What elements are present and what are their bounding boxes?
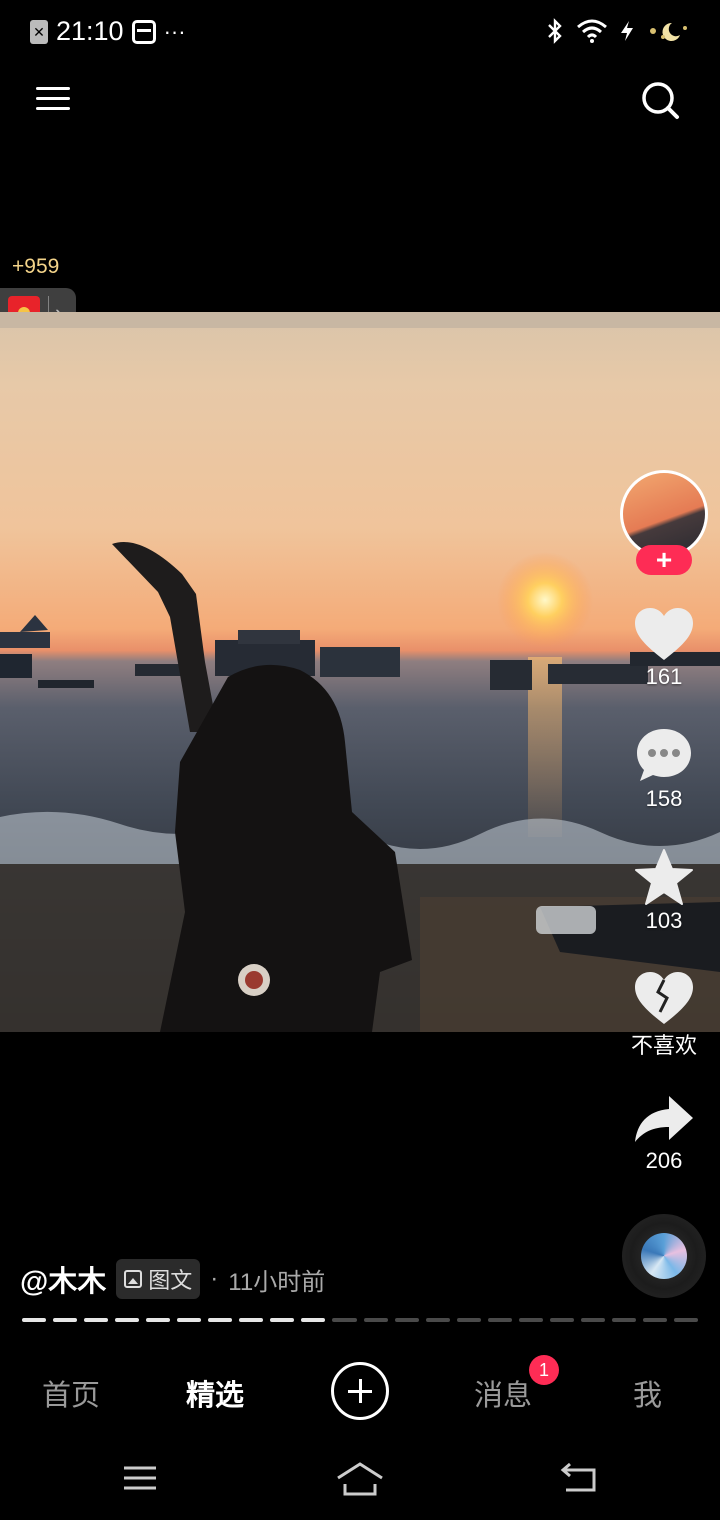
tab-home[interactable]: 首页 bbox=[42, 1372, 100, 1414]
post-image[interactable] bbox=[0, 312, 720, 1032]
status-time: 21:10 bbox=[56, 16, 124, 46]
progress-segment bbox=[487, 1318, 512, 1322]
progress-segment bbox=[394, 1318, 419, 1322]
status-right bbox=[546, 18, 690, 44]
progress-segment bbox=[611, 1318, 636, 1322]
bottom-nav: 首页 精选 消息 1 我 bbox=[0, 1340, 720, 1440]
menu-icon[interactable] bbox=[36, 82, 70, 116]
reward-count: +959 bbox=[12, 255, 60, 278]
progress-segment bbox=[177, 1318, 202, 1322]
progress-segment bbox=[115, 1318, 140, 1322]
dislike-button[interactable]: 不喜欢 bbox=[614, 970, 714, 1060]
progress-segment bbox=[270, 1318, 295, 1322]
follow-button[interactable]: + bbox=[636, 545, 692, 575]
separator-dot: · bbox=[210, 1265, 219, 1292]
tab-messages[interactable]: 消息 bbox=[474, 1372, 532, 1414]
comment-button[interactable]: 158 bbox=[614, 726, 714, 812]
sunset-scene bbox=[0, 542, 720, 1032]
progress-segment bbox=[239, 1318, 264, 1322]
progress-segment bbox=[580, 1318, 605, 1322]
progress-segment bbox=[332, 1318, 357, 1322]
image-icon bbox=[124, 1270, 143, 1288]
no-sim-icon: ✕ bbox=[30, 19, 48, 44]
share-arrow-icon bbox=[635, 1096, 693, 1142]
progress-segment bbox=[301, 1318, 326, 1322]
progress-segment bbox=[146, 1318, 171, 1322]
bus-icon bbox=[131, 19, 156, 44]
progress-segment bbox=[22, 1318, 47, 1322]
messages-badge: 1 bbox=[529, 1355, 559, 1385]
bluetooth-icon bbox=[548, 18, 562, 44]
post-type-tag: 图文 bbox=[116, 1259, 201, 1299]
progress-segment bbox=[673, 1318, 699, 1322]
post-info: @木木 图文 · 11小时前 bbox=[20, 1258, 325, 1300]
dislike-label: 不喜欢 bbox=[630, 1033, 697, 1058]
comment-count: 158 bbox=[645, 786, 683, 811]
broken-heart-icon bbox=[635, 972, 693, 1024]
post-time: 11小时前 bbox=[228, 1268, 326, 1296]
home-icon[interactable] bbox=[335, 1460, 385, 1498]
image-pager-progress bbox=[22, 1318, 699, 1322]
like-count: 161 bbox=[645, 664, 683, 689]
system-nav-bar bbox=[0, 1440, 720, 1520]
progress-segment bbox=[642, 1318, 667, 1322]
progress-segment bbox=[53, 1318, 78, 1322]
back-icon[interactable] bbox=[560, 1460, 598, 1494]
music-disc[interactable] bbox=[622, 1214, 706, 1298]
more-dots: ··· bbox=[163, 18, 186, 44]
post-type-label: 图文 bbox=[148, 1268, 193, 1293]
like-button[interactable]: 161 bbox=[614, 606, 714, 690]
comment-icon bbox=[637, 729, 691, 781]
progress-segment bbox=[549, 1318, 574, 1322]
create-post-button[interactable] bbox=[331, 1362, 389, 1420]
recents-icon[interactable] bbox=[122, 1460, 158, 1494]
progress-segment bbox=[425, 1318, 450, 1322]
progress-segment bbox=[84, 1318, 109, 1322]
favorite-count: 103 bbox=[645, 908, 683, 933]
share-count: 206 bbox=[645, 1148, 683, 1173]
author-name[interactable]: @木木 bbox=[20, 1258, 106, 1300]
status-bar: ✕ 21:10 ··· bbox=[0, 0, 720, 66]
star-icon bbox=[635, 849, 693, 905]
wifi-icon bbox=[577, 19, 607, 43]
progress-segment bbox=[518, 1318, 543, 1322]
tab-me[interactable]: 我 bbox=[633, 1372, 662, 1414]
progress-segment bbox=[208, 1318, 233, 1322]
progress-segment bbox=[456, 1318, 481, 1322]
music-cover-icon bbox=[641, 1233, 687, 1279]
share-button[interactable]: 206 bbox=[614, 1094, 714, 1174]
search-icon[interactable] bbox=[640, 80, 680, 120]
moon-icon bbox=[650, 22, 687, 41]
favorite-button[interactable]: 103 bbox=[614, 848, 714, 934]
tab-featured[interactable]: 精选 bbox=[186, 1372, 244, 1414]
heart-icon bbox=[635, 608, 693, 660]
progress-segment bbox=[363, 1318, 388, 1322]
status-left: ✕ 21:10 ··· bbox=[30, 16, 186, 47]
charging-icon bbox=[621, 21, 633, 41]
